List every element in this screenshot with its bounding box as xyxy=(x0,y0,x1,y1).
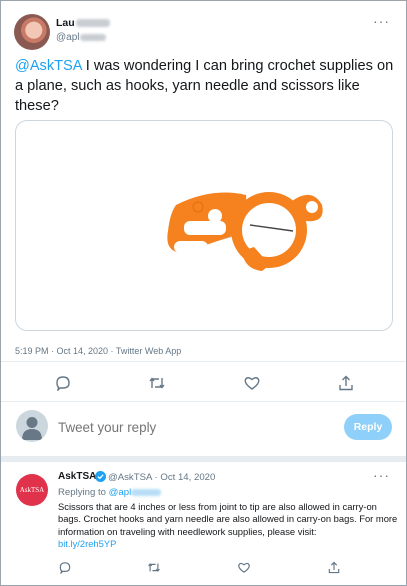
retweet-icon[interactable] xyxy=(148,375,166,391)
user-avatar-default xyxy=(16,410,48,442)
tweet-detail-panel: Lau @apl ··· @AskTSA I was wondering I c… xyxy=(0,0,407,586)
section-separator xyxy=(1,456,406,462)
reply-icon[interactable] xyxy=(58,561,72,574)
scissors-image xyxy=(167,192,323,271)
reply-author-name[interactable]: AskTSA xyxy=(58,471,96,482)
reply-handle-date[interactable]: @AskTSA · Oct 14, 2020 xyxy=(108,472,215,483)
author-handle[interactable]: @apl xyxy=(56,32,106,43)
like-icon[interactable] xyxy=(237,561,251,574)
reply-text: Scissors that are 4 inches or less from … xyxy=(58,501,398,551)
share-icon[interactable] xyxy=(337,375,355,391)
author-name[interactable]: Lau xyxy=(56,17,110,29)
retweet-icon[interactable] xyxy=(147,561,161,574)
reply-button[interactable]: Reply xyxy=(344,414,392,440)
reply-link[interactable]: bit.ly/2reh5YP xyxy=(58,538,116,549)
reply-icon[interactable] xyxy=(54,375,72,391)
reply-more-options-icon[interactable]: ··· xyxy=(373,467,390,483)
replying-handle: @apl xyxy=(108,487,132,498)
divider xyxy=(1,401,406,402)
more-options-icon[interactable]: ··· xyxy=(373,13,390,29)
author-handle-text: @apl xyxy=(56,32,80,43)
reply-body: Scissors that are 4 inches or less from … xyxy=(58,501,398,537)
replying-to: Replying to @apl xyxy=(58,487,162,498)
redacted-handle xyxy=(131,488,162,496)
replying-to-link[interactable]: @apl xyxy=(109,487,162,498)
redacted-name xyxy=(75,19,110,28)
asktsa-avatar[interactable]: AskTSA xyxy=(16,474,48,506)
like-icon[interactable] xyxy=(243,375,261,391)
author-avatar[interactable] xyxy=(14,14,50,50)
divider xyxy=(1,361,406,362)
redacted-handle xyxy=(79,33,106,41)
mention-link[interactable]: @AskTSA xyxy=(15,58,82,74)
default-profile-icon xyxy=(22,417,42,440)
replying-prefix: Replying to xyxy=(58,487,109,498)
reply-input[interactable] xyxy=(58,420,308,435)
tweet-media-image[interactable] xyxy=(15,120,393,331)
tweet-text: @AskTSA I was wondering I can bring croc… xyxy=(15,56,395,116)
share-icon[interactable] xyxy=(327,561,341,574)
tweet-timestamp[interactable]: 5:19 PM · Oct 14, 2020 · Twitter Web App xyxy=(15,346,181,356)
author-name-text: Lau xyxy=(56,17,75,29)
verified-badge-icon xyxy=(95,471,106,482)
